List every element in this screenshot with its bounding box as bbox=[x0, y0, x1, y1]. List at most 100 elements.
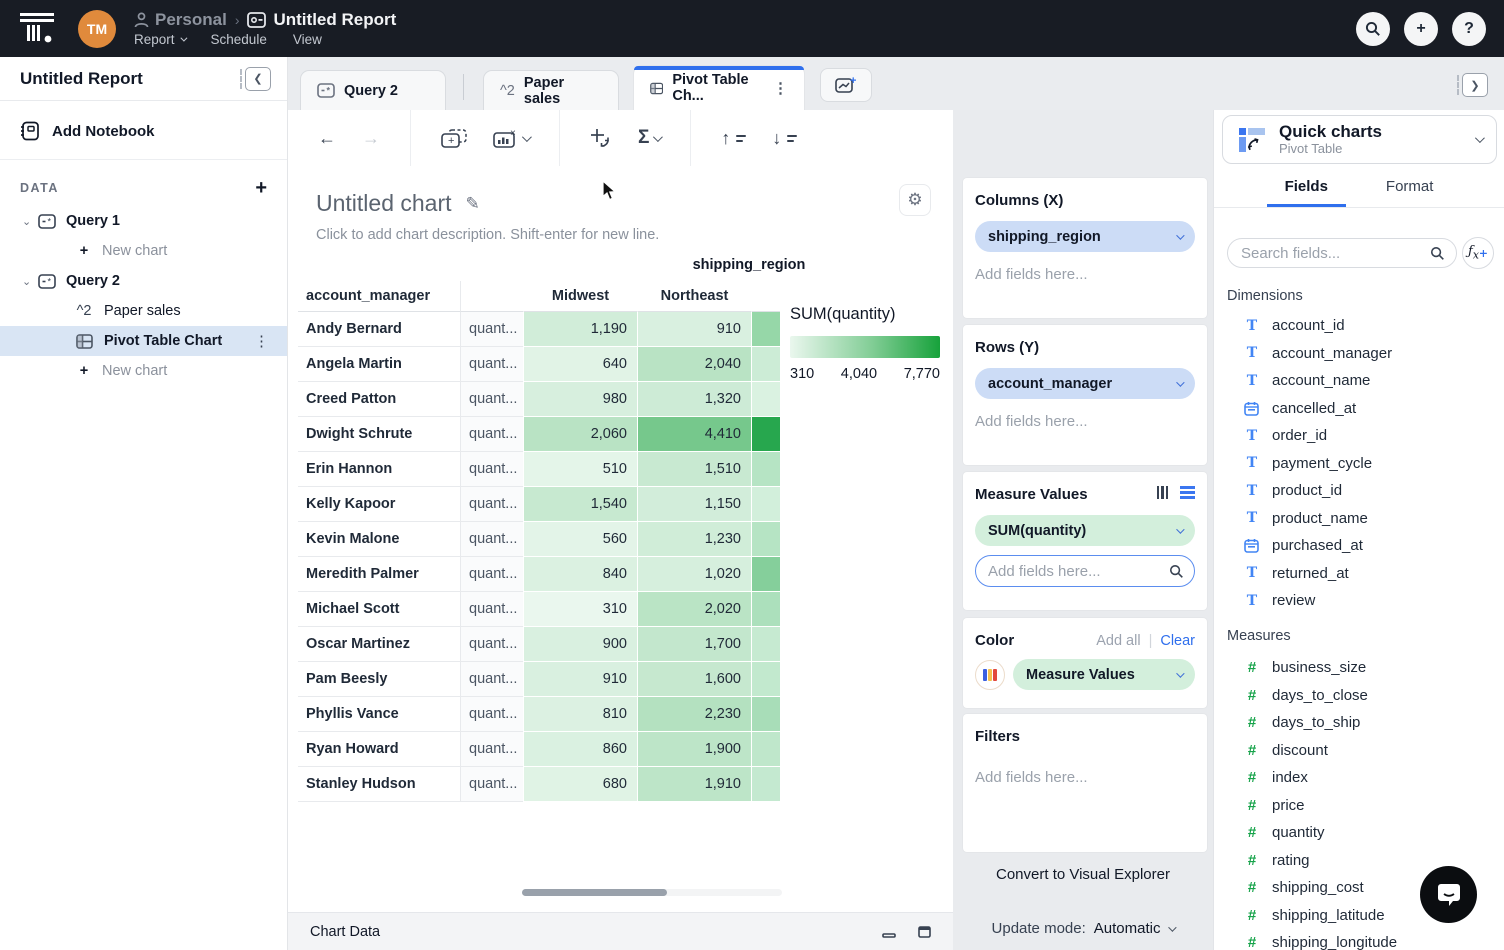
help-button[interactable]: ? bbox=[1452, 12, 1486, 46]
aggregate-button[interactable]: Σ bbox=[638, 127, 660, 149]
horizontal-scrollbar-thumb[interactable] bbox=[522, 889, 667, 896]
convert-to-visual-explorer-button[interactable]: Convert to Visual Explorer bbox=[953, 866, 1213, 883]
field-item-discount[interactable]: #discount bbox=[1214, 737, 1504, 765]
value-cell-northeast[interactable]: 910 bbox=[637, 312, 751, 347]
sort-descending-button[interactable]: ↓ bbox=[772, 128, 797, 149]
duplicate-chart-button[interactable]: + bbox=[441, 129, 467, 148]
quick-charts-selector[interactable]: Quick charts Pivot Table bbox=[1222, 115, 1497, 164]
field-item-index[interactable]: #index bbox=[1214, 764, 1504, 792]
collapse-sidebar-button[interactable]: ❮ bbox=[245, 67, 271, 91]
rows-field-pill[interactable]: account_manager bbox=[975, 368, 1195, 399]
row-label[interactable]: Stanley Hudson bbox=[298, 767, 460, 802]
row-label[interactable]: Kelly Kapoor bbox=[298, 487, 460, 522]
add-all-link[interactable]: Add all bbox=[1096, 633, 1140, 649]
field-item-returned_at[interactable]: Treturned_at bbox=[1214, 560, 1504, 588]
add-notebook-button[interactable]: Add Notebook bbox=[0, 101, 287, 160]
chart-data-bar[interactable]: Chart Data bbox=[288, 912, 953, 950]
row-label[interactable]: Andy Bernard bbox=[298, 312, 460, 347]
row-label[interactable]: Phyllis Vance bbox=[298, 697, 460, 732]
chevron-down-icon[interactable]: ⌄ bbox=[22, 275, 36, 288]
sidebar-item-query-1[interactable]: ⌄*Query 1 bbox=[0, 206, 287, 236]
sidebar-item-new-chart[interactable]: +New chart bbox=[0, 356, 287, 386]
value-cell-northeast[interactable]: 2,020 bbox=[637, 592, 751, 627]
value-cell-midwest[interactable]: 840 bbox=[523, 557, 637, 592]
sidebar-item-paper-sales[interactable]: ^2Paper sales bbox=[0, 296, 287, 326]
value-cell-northeast[interactable]: 1,910 bbox=[637, 767, 751, 802]
column-header-northeast[interactable]: Northeast bbox=[637, 281, 751, 312]
measure-field-pill[interactable]: SUM(quantity) bbox=[975, 515, 1195, 546]
tab-pivot-table-chart[interactable]: Pivot Table Ch... ⋮ bbox=[633, 65, 805, 110]
value-cell-midwest[interactable]: 900 bbox=[523, 627, 637, 662]
row-label[interactable]: Ryan Howard bbox=[298, 732, 460, 767]
field-item-review[interactable]: Treview bbox=[1214, 587, 1504, 615]
field-item-product_id[interactable]: Tproduct_id bbox=[1214, 477, 1504, 505]
row-label[interactable]: Dwight Schrute bbox=[298, 417, 460, 452]
columns-add-fields-hint[interactable]: Add fields here... bbox=[975, 266, 1195, 283]
value-cell-northeast[interactable]: 1,230 bbox=[637, 522, 751, 557]
tab-fields[interactable]: Fields bbox=[1285, 178, 1328, 195]
value-cell-northeast[interactable]: 2,040 bbox=[637, 347, 751, 382]
value-cell-northeast[interactable]: 1,600 bbox=[637, 662, 751, 697]
row-label[interactable]: Michael Scott bbox=[298, 592, 460, 627]
color-palette-icon[interactable] bbox=[975, 660, 1005, 690]
row-label[interactable]: Pam Beesly bbox=[298, 662, 460, 697]
row-label[interactable]: Oscar Martinez bbox=[298, 627, 460, 662]
row-label[interactable]: Kevin Malone bbox=[298, 522, 460, 557]
value-cell-midwest[interactable]: 640 bbox=[523, 347, 637, 382]
tab-query-2[interactable]: * Query 2 bbox=[300, 70, 446, 110]
field-item-account_manager[interactable]: Taccount_manager bbox=[1214, 340, 1504, 368]
filters-add-fields-hint[interactable]: Add fields here... bbox=[975, 769, 1195, 786]
value-cell-northeast[interactable]: 1,020 bbox=[637, 557, 751, 592]
sort-ascending-button[interactable]: ↑ bbox=[721, 128, 746, 149]
value-cell-midwest[interactable]: 810 bbox=[523, 697, 637, 732]
chart-description-placeholder[interactable]: Click to add chart description. Shift-en… bbox=[288, 217, 953, 243]
value-cell-midwest[interactable]: 310 bbox=[523, 592, 637, 627]
value-cell-midwest[interactable]: 2,060 bbox=[523, 417, 637, 452]
field-item-days_to_ship[interactable]: #days_to_ship bbox=[1214, 709, 1504, 737]
columns-field-pill[interactable]: shipping_region bbox=[975, 221, 1195, 252]
row-dimension-header[interactable]: account_manager bbox=[298, 281, 460, 312]
value-cell-northeast[interactable]: 4,410 bbox=[637, 417, 751, 452]
add-formula-button[interactable]: ƒx+ bbox=[1462, 237, 1494, 269]
tab-options-kebab-icon[interactable]: ⋮ bbox=[773, 79, 788, 97]
add-fields-input[interactable] bbox=[975, 555, 1195, 587]
item-options-kebab-icon[interactable]: ⋮ bbox=[254, 332, 269, 350]
report-crumb[interactable]: Untitled Report bbox=[247, 10, 396, 30]
field-item-account_id[interactable]: Taccount_id bbox=[1214, 312, 1504, 340]
app-logo-icon[interactable] bbox=[18, 11, 56, 47]
value-cell-midwest[interactable]: 910 bbox=[523, 662, 637, 697]
menu-report[interactable]: Report bbox=[134, 32, 185, 47]
value-cell-midwest[interactable]: 510 bbox=[523, 452, 637, 487]
rows-layout-icon[interactable] bbox=[1180, 486, 1195, 499]
field-item-account_name[interactable]: Taccount_name bbox=[1214, 367, 1504, 395]
field-item-purchased_at[interactable]: purchased_at bbox=[1214, 532, 1504, 560]
value-cell-midwest[interactable]: 1,190 bbox=[523, 312, 637, 347]
workspace-crumb[interactable]: Personal bbox=[134, 10, 227, 30]
value-cell-northeast[interactable]: 1,510 bbox=[637, 452, 751, 487]
field-item-days_to_close[interactable]: #days_to_close bbox=[1214, 682, 1504, 710]
value-cell-midwest[interactable]: 980 bbox=[523, 382, 637, 417]
redo-button[interactable]: → bbox=[362, 128, 380, 149]
field-item-cancelled_at[interactable]: cancelled_at bbox=[1214, 395, 1504, 423]
collapse-right-panel-button[interactable]: ❯ bbox=[1462, 73, 1488, 97]
value-cell-midwest[interactable]: 680 bbox=[523, 767, 637, 802]
new-chart-tab-button[interactable]: + bbox=[820, 68, 872, 102]
field-item-shipping_longitude[interactable]: #shipping_longitude bbox=[1214, 929, 1504, 950]
row-label[interactable]: Angela Martin bbox=[298, 347, 460, 382]
value-cell-northeast[interactable]: 1,150 bbox=[637, 487, 751, 522]
row-label[interactable]: Erin Hannon bbox=[298, 452, 460, 487]
tab-paper-sales[interactable]: ^2 Paper sales bbox=[483, 70, 619, 110]
search-button[interactable] bbox=[1356, 12, 1390, 46]
color-field-pill[interactable]: Measure Values bbox=[1013, 659, 1195, 690]
row-label[interactable]: Meredith Palmer bbox=[298, 557, 460, 592]
value-cell-midwest[interactable]: 860 bbox=[523, 732, 637, 767]
menu-view[interactable]: View bbox=[293, 32, 322, 47]
sidebar-item-new-chart[interactable]: +New chart bbox=[0, 236, 287, 266]
value-cell-northeast[interactable]: 1,700 bbox=[637, 627, 751, 662]
rows-add-fields-hint[interactable]: Add fields here... bbox=[975, 413, 1195, 430]
sidebar-item-pivot-table-chart[interactable]: Pivot Table Chart⋮ bbox=[0, 326, 287, 356]
value-cell-midwest[interactable]: 1,540 bbox=[523, 487, 637, 522]
chart-title[interactable]: Untitled chart bbox=[316, 190, 452, 217]
field-item-quantity[interactable]: #quantity bbox=[1214, 819, 1504, 847]
tab-format[interactable]: Format bbox=[1386, 178, 1434, 195]
